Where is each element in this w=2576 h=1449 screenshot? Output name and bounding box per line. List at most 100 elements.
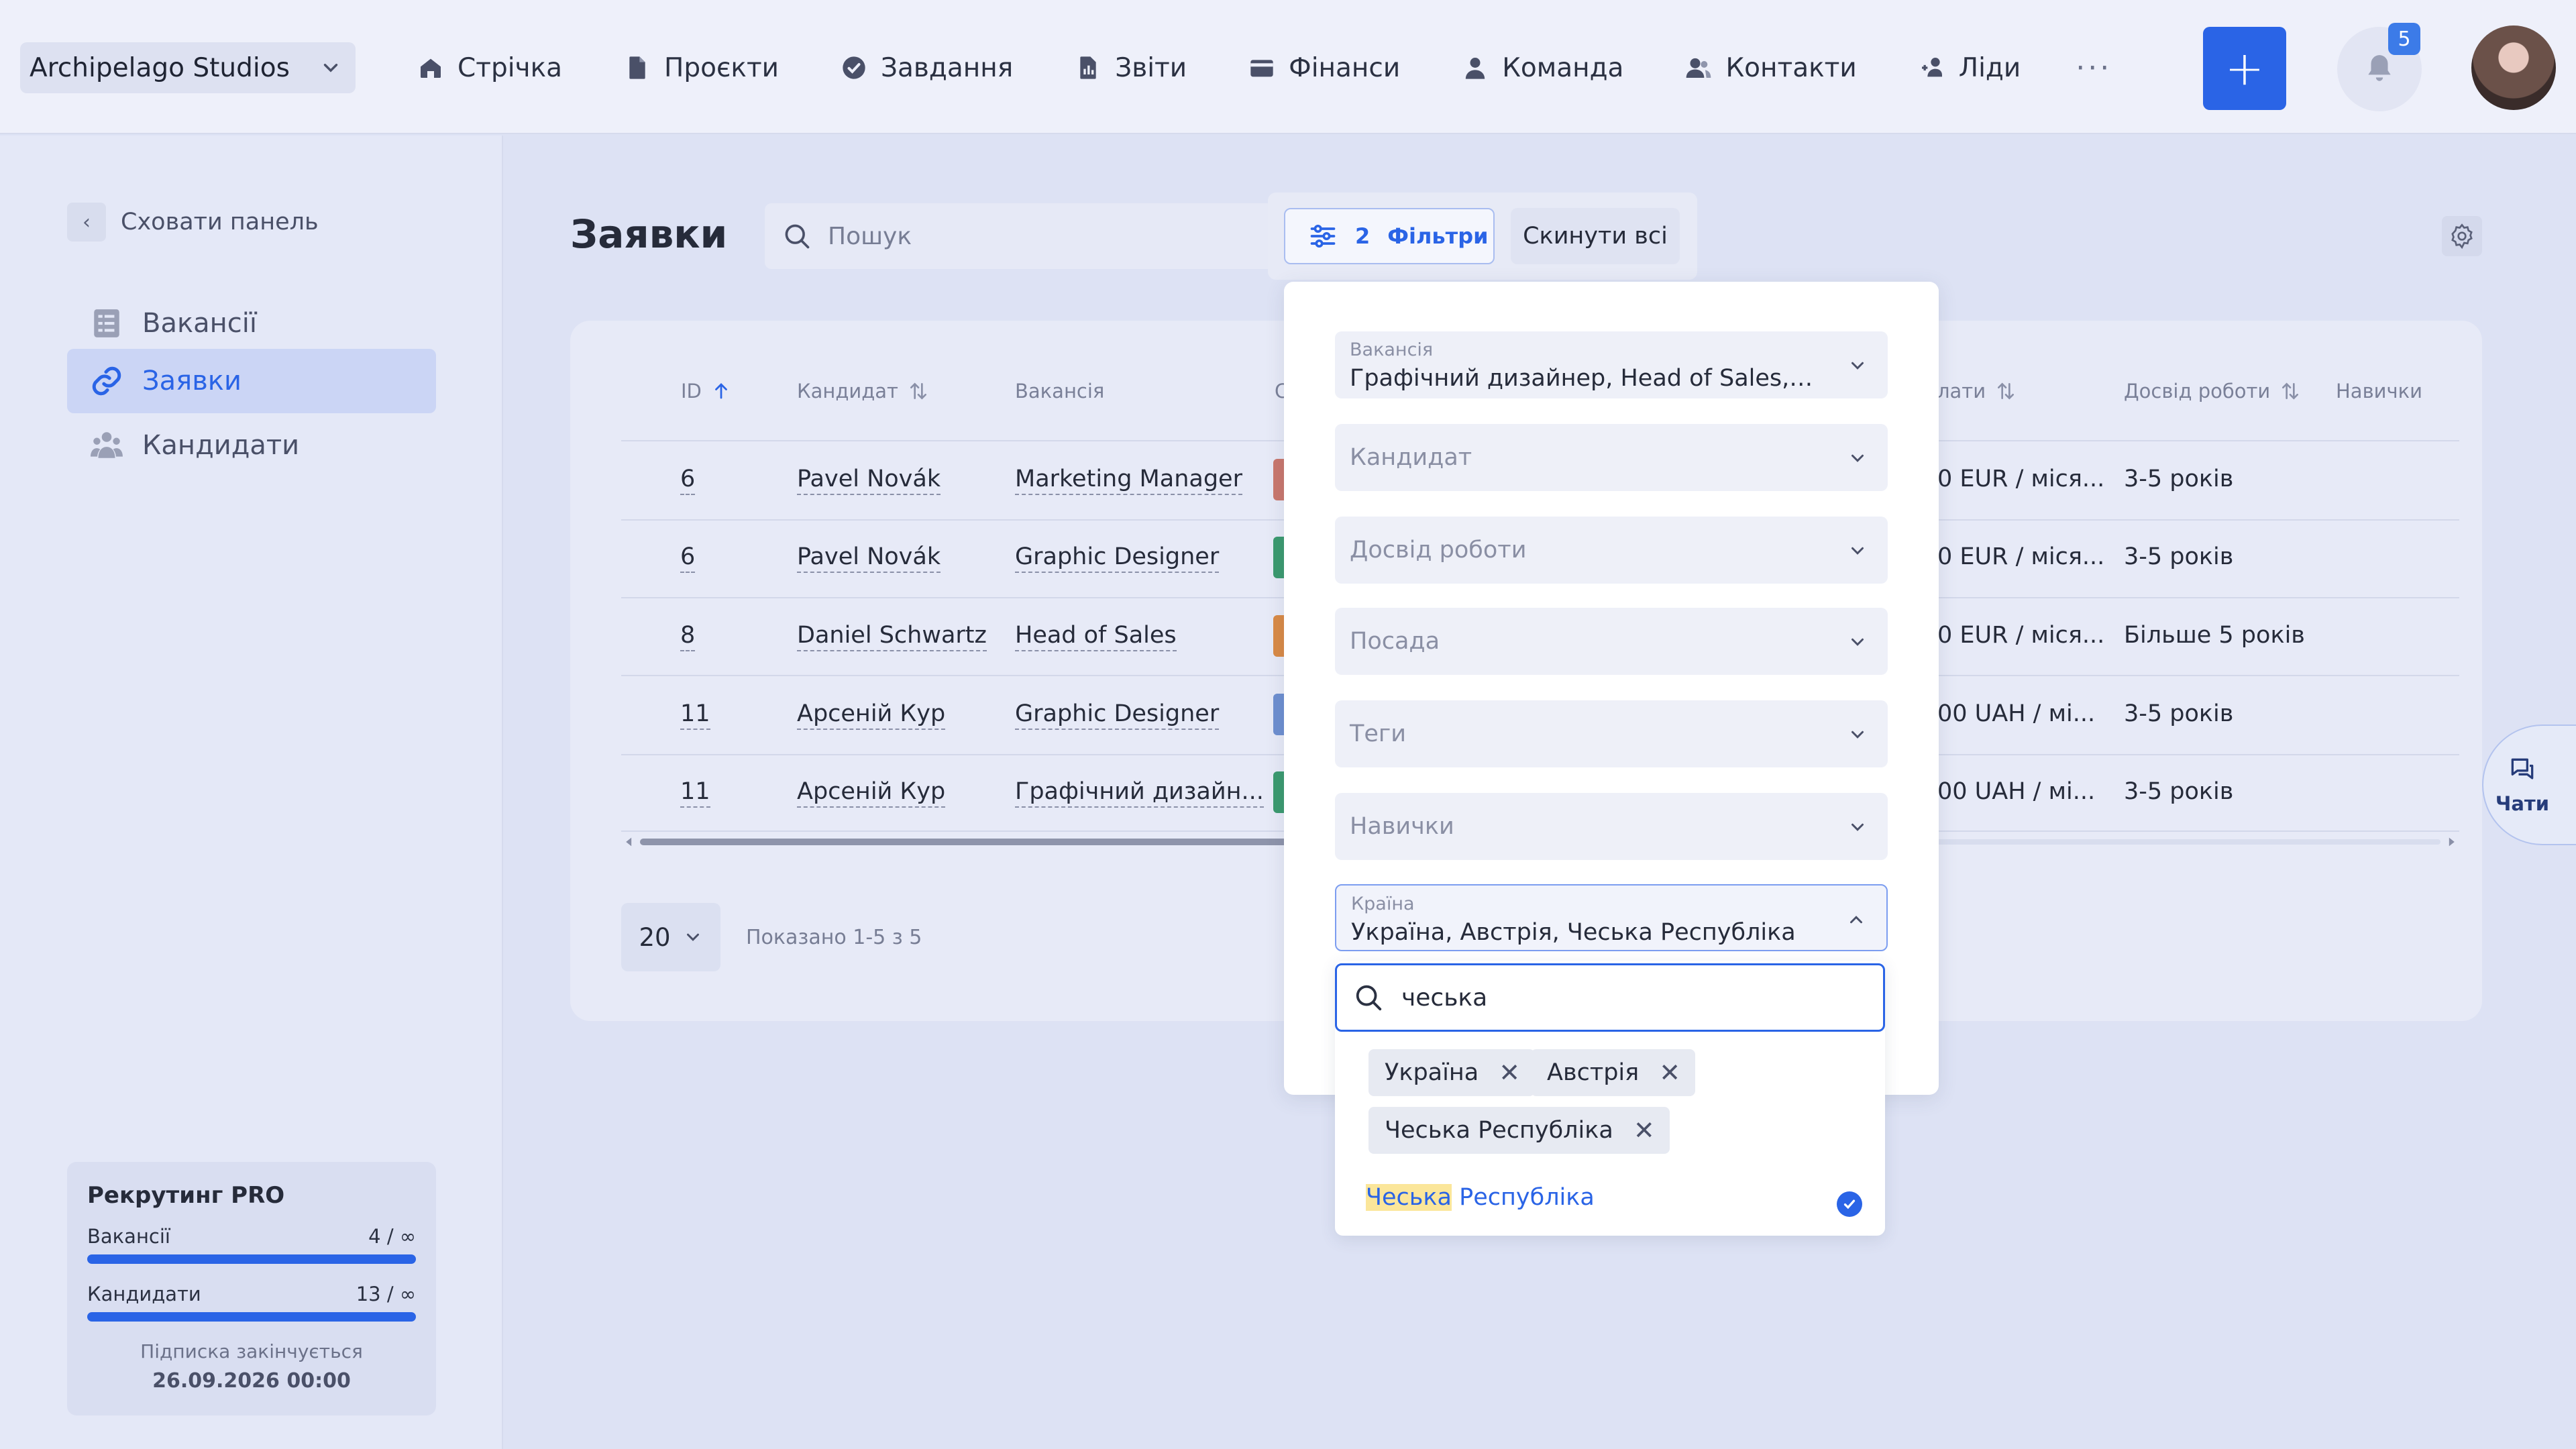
- tag-label: Україна: [1385, 1059, 1479, 1086]
- nav-item-team[interactable]: Команда: [1462, 53, 1623, 83]
- nav-item-label: Фінанси: [1289, 52, 1401, 83]
- filter-tags-select[interactable]: Теги: [1335, 700, 1888, 767]
- filter-value: Україна, Австрія, Чеська Республіка: [1351, 919, 1796, 946]
- cell-id[interactable]: 8: [680, 622, 696, 651]
- filters-label: Фільтри: [1387, 223, 1489, 249]
- subscription-plan-card: Рекрутинг PRO Вакансії 4 / ∞ Кандидати 1…: [67, 1162, 436, 1415]
- cell-vacancy[interactable]: Head of Sales: [1015, 622, 1177, 651]
- reset-all-button[interactable]: Скинути всі: [1511, 208, 1680, 264]
- gear-icon: [2451, 223, 2473, 250]
- search-box[interactable]: [765, 203, 1275, 269]
- close-icon[interactable]: ✕: [1659, 1058, 1680, 1087]
- column-header-experience[interactable]: Досвід роботи: [2124, 380, 2301, 402]
- option-label-rest: Республіка: [1452, 1184, 1595, 1211]
- table-settings-button[interactable]: [2442, 216, 2482, 256]
- link-icon: [92, 366, 121, 396]
- cell-salary: 00 UAH / мі...: [1937, 700, 2096, 727]
- column-header-candidate[interactable]: Кандидат: [797, 380, 929, 402]
- country-option[interactable]: Чеська Республіка: [1366, 1184, 1595, 1211]
- country-search-input[interactable]: [1401, 983, 1858, 1012]
- per-page-select[interactable]: 20: [621, 903, 720, 971]
- cell-candidate[interactable]: Арсеній Кур: [797, 778, 946, 808]
- cell-vacancy[interactable]: Графічний дизайн...: [1015, 778, 1264, 808]
- scrollbar-thumb[interactable]: [640, 839, 1311, 845]
- sidebar-item-applications[interactable]: Заявки: [67, 349, 436, 413]
- add-button[interactable]: +: [2203, 27, 2286, 110]
- list-icon: [94, 309, 119, 337]
- sidebar-item-candidates[interactable]: Кандидати: [67, 413, 436, 478]
- close-icon[interactable]: ✕: [1499, 1058, 1520, 1087]
- hide-panel-button[interactable]: ‹ Сховати панель: [67, 203, 319, 241]
- check-circle-icon: [843, 56, 865, 79]
- filters-button[interactable]: 2 Фільтри: [1284, 208, 1495, 264]
- cell-vacancy[interactable]: Graphic Designer: [1015, 543, 1220, 573]
- cell-id[interactable]: 6: [680, 466, 696, 495]
- cell-id[interactable]: 6: [680, 543, 696, 573]
- plan-progress-bar: [87, 1254, 416, 1264]
- chevron-down-icon: [1851, 638, 1864, 646]
- user-avatar[interactable]: [2471, 25, 2556, 110]
- main-nav: Стрічка Проєкти Завдання Звіти Фінанси К…: [417, 40, 2112, 95]
- cell-salary: 0 EUR / міся...: [1937, 622, 2105, 649]
- cell-vacancy[interactable]: Marketing Manager: [1015, 466, 1242, 495]
- chats-button[interactable]: Чати: [2482, 724, 2576, 845]
- plan-row-value: 13 / ∞: [356, 1283, 416, 1305]
- person-icon: [1466, 58, 1485, 79]
- filter-label: Вакансія: [1350, 339, 1434, 360]
- sort-ascending-icon: [715, 383, 727, 399]
- scroll-right-icon[interactable]: [2446, 837, 2457, 847]
- sidebar-item-vacancies[interactable]: Вакансії: [67, 291, 436, 356]
- filter-placeholder: Досвід роботи: [1350, 537, 1527, 564]
- nav-item-label: Стрічка: [458, 52, 563, 83]
- country-search-box[interactable]: [1335, 963, 1885, 1032]
- cell-candidate[interactable]: Pavel Novák: [797, 543, 941, 573]
- sort-icon: [910, 382, 926, 400]
- sort-icon: [1998, 382, 2015, 400]
- nav-item-contacts[interactable]: Контакти: [1685, 53, 1857, 83]
- chevron-down-icon: [323, 64, 338, 72]
- cell-vacancy[interactable]: Graphic Designer: [1015, 700, 1220, 730]
- cell-id[interactable]: 11: [680, 778, 710, 808]
- nav-item-projects[interactable]: Проєкти: [624, 53, 779, 83]
- column-header-vacancy[interactable]: Вакансія: [1015, 380, 1104, 402]
- plan-row-label: Кандидати: [87, 1283, 201, 1305]
- nav-item-tasks[interactable]: Завдання: [841, 53, 1013, 83]
- column-header-salary[interactable]: лати: [1937, 380, 2017, 402]
- nav-item-reports[interactable]: Звіти: [1075, 53, 1187, 83]
- filter-experience-select[interactable]: Досвід роботи: [1335, 517, 1888, 584]
- cell-id[interactable]: 11: [680, 700, 710, 730]
- cell-candidate[interactable]: Daniel Schwartz: [797, 622, 987, 651]
- filter-position-select[interactable]: Посада: [1335, 608, 1888, 675]
- column-header-skills[interactable]: Навички: [2336, 380, 2422, 402]
- workspace-selector[interactable]: Archipelago Studios: [20, 42, 356, 93]
- scroll-left-icon[interactable]: [624, 837, 635, 847]
- filter-country-select[interactable]: Країна Україна, Австрія, Чеська Республі…: [1335, 884, 1888, 951]
- selected-country-tag: Чеська Республіка ✕: [1368, 1107, 1670, 1154]
- bell-icon: [2368, 55, 2391, 81]
- contacts-icon: [1686, 58, 1711, 78]
- cell-candidate[interactable]: Арсеній Кур: [797, 700, 946, 730]
- sliders-icon: [1310, 224, 1336, 248]
- sort-icon: [2282, 382, 2299, 400]
- search-input[interactable]: [828, 222, 1230, 250]
- filter-value: Графічний дизайнер, Head of Sales, Grap.…: [1350, 365, 1819, 392]
- nav-item-leads[interactable]: Ліди: [1919, 53, 2021, 83]
- cell-experience: Більше 5 років: [2124, 622, 2305, 649]
- filter-skills-select[interactable]: Навички: [1335, 793, 1888, 860]
- column-header-id[interactable]: ID: [681, 380, 731, 402]
- cell-experience: 3-5 років: [2124, 778, 2234, 805]
- nav-item-label: Команда: [1502, 52, 1624, 83]
- column-header-label: Вакансія: [1015, 380, 1105, 402]
- nav-more-button[interactable]: ···: [2076, 51, 2112, 85]
- close-icon[interactable]: ✕: [1633, 1116, 1655, 1145]
- filter-vacancy-select[interactable]: Вакансія Графічний дизайнер, Head of Sal…: [1335, 331, 1888, 398]
- filter-label: Країна: [1351, 894, 1415, 914]
- search-icon: [1356, 985, 1382, 1011]
- cell-experience: 3-5 років: [2124, 700, 2234, 727]
- nav-item-label: Звіти: [1115, 52, 1187, 83]
- cell-candidate[interactable]: Pavel Novák: [797, 466, 941, 495]
- nav-item-feed[interactable]: Стрічка: [417, 53, 562, 83]
- filter-candidate-select[interactable]: Кандидат: [1335, 424, 1888, 491]
- leads-icon: [1921, 58, 1942, 77]
- nav-item-finance[interactable]: Фінанси: [1248, 53, 1400, 83]
